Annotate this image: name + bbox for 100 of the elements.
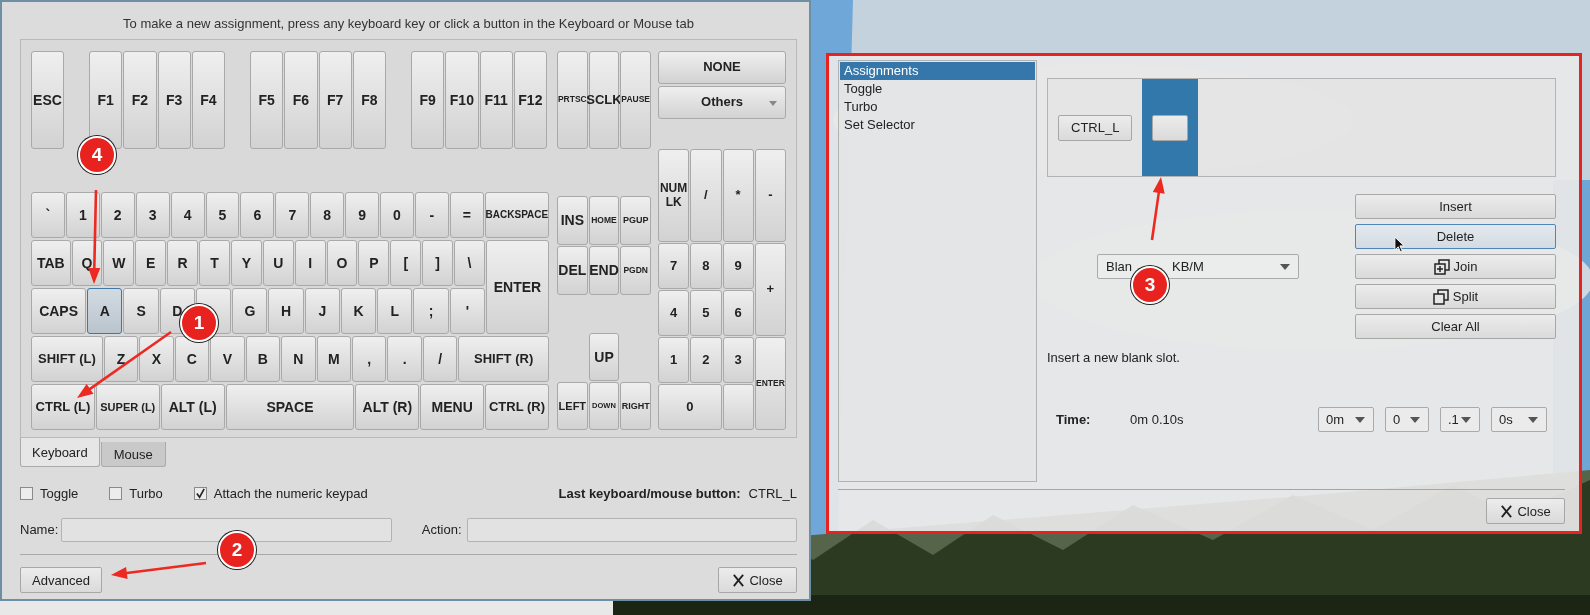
key-button[interactable]: MENU [420,384,485,430]
key-button[interactable]: F3 [157,51,191,149]
key-button[interactable]: - [754,149,786,242]
key-button[interactable]: INS [557,196,588,245]
checkbox[interactable] [109,486,123,500]
key-button[interactable]: K [340,288,377,334]
key-button[interactable]: LEFT [557,382,588,430]
key-button[interactable]: / [690,149,722,242]
close-button[interactable]: Close [1486,498,1565,524]
time-dropdown[interactable]: 0s [1491,407,1547,432]
key-button[interactable]: F10 [445,51,479,149]
key-button[interactable]: SHIFT (L) [31,336,103,382]
key-button[interactable]: 2 [690,337,722,383]
key-button[interactable]: N [281,336,316,382]
key-button[interactable]: END [588,246,620,295]
checkbox[interactable] [20,486,33,500]
key-button[interactable]: 4 [658,290,690,336]
key-button[interactable]: 3 [135,192,170,238]
key-button[interactable]: Y [230,240,262,286]
key-button[interactable]: Z [103,336,139,382]
advanced-button[interactable]: Advanced [20,567,102,593]
key-button[interactable]: F8 [352,51,386,149]
key-button[interactable]: \ [454,240,485,286]
close-button[interactable]: Close [718,567,797,593]
key-button[interactable]: 3 [722,337,754,383]
time-dropdown[interactable]: .1 [1440,407,1480,432]
key-button[interactable]: 1 [658,337,690,383]
key-button[interactable]: ALT (L) [160,384,225,430]
key-button[interactable]: H [268,288,304,334]
key-button[interactable]: 9 [722,243,754,289]
key-button[interactable]: DEL [557,246,588,295]
list-item[interactable]: Assignments [840,62,1035,80]
key-button[interactable]: A [87,288,123,334]
list-item[interactable]: Set Selector [840,116,1035,134]
key-button[interactable]: C [174,336,210,382]
tab[interactable]: Keyboard [20,438,100,467]
slot-button[interactable]: CTRL_L [1058,114,1133,141]
key-button[interactable]: TAB [31,240,71,286]
none-button[interactable]: NONE [658,51,786,84]
key-button[interactable]: 4 [170,192,205,238]
key-button[interactable]: - [414,192,449,238]
key-button[interactable]: CTRL (L) [31,384,95,430]
input-field[interactable] [61,517,392,542]
key-button[interactable]: X [139,336,174,382]
key-button[interactable]: RIGHT [620,382,651,430]
key-button[interactable]: V [210,336,245,382]
key-button[interactable]: 1 [65,192,100,238]
key-button[interactable]: [ [390,240,422,286]
key-button[interactable]: = [449,192,484,238]
list-item[interactable]: Turbo [840,98,1035,116]
key-button[interactable]: ESC [31,51,64,149]
key-button[interactable]: PGUP [620,196,651,245]
key-button[interactable]: 9 [345,192,380,238]
key-button[interactable]: O [326,240,358,286]
key-button[interactable]: ; [413,288,449,334]
key-button[interactable]: + [754,243,786,336]
key-button[interactable]: PAUSE [620,51,651,149]
key-button[interactable]: 8 [690,243,722,289]
key-button[interactable]: / [422,336,458,382]
key-button[interactable]: CTRL (R) [485,384,549,430]
slot-button[interactable] [1152,114,1189,141]
key-button[interactable]: ' [449,288,485,334]
key-button[interactable]: CAPS [31,288,87,334]
tab[interactable]: Mouse [100,442,166,467]
key-button[interactable]: 7 [275,192,310,238]
checkbox[interactable] [193,486,207,500]
key-button[interactable]: , [351,336,387,382]
key-button[interactable]: 6 [240,192,275,238]
key-button[interactable]: B [245,336,281,382]
key-button[interactable]: E [135,240,167,286]
key-button[interactable]: SPACE [225,384,355,430]
key-button[interactable]: 2 [100,192,135,238]
key-button[interactable]: F9 [411,51,445,149]
key-button[interactable]: 8 [310,192,345,238]
key-button[interactable]: 0 [380,192,414,238]
time-dropdown[interactable]: 0m [1318,407,1374,432]
key-button[interactable]: F5 [250,51,284,149]
sequence-slot[interactable] [1142,79,1199,176]
action-button[interactable]: Join [1355,254,1556,279]
key-button[interactable]: SUPER (L) [95,384,160,430]
key-button[interactable]: F4 [191,51,225,149]
key-button[interactable]: 0 [658,384,722,430]
action-button[interactable]: Insert [1355,194,1556,219]
key-button[interactable]: R [167,240,199,286]
key-button[interactable]: HOME [588,196,620,245]
key-button[interactable]: U [262,240,294,286]
action-button[interactable]: Split [1355,284,1556,309]
key-button[interactable]: F2 [123,51,157,149]
key-button[interactable]: ENTER [754,337,786,430]
key-button[interactable] [722,384,754,430]
key-button[interactable]: L [377,288,413,334]
key-button[interactable]: PGDN [620,246,651,295]
key-button[interactable]: 5 [205,192,240,238]
list-item[interactable]: Toggle [840,80,1035,98]
key-button[interactable]: F6 [284,51,318,149]
sequence-slot[interactable]: CTRL_L [1058,79,1133,176]
key-button[interactable]: . [387,336,422,382]
key-button[interactable]: P [358,240,390,286]
time-dropdown[interactable]: 0 [1385,407,1429,432]
key-button[interactable]: T [199,240,230,286]
